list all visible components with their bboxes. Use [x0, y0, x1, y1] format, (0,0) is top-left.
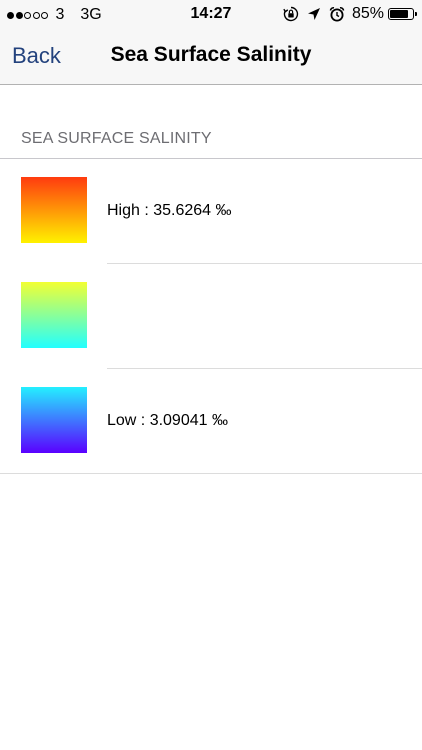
color-swatch-low	[21, 387, 87, 453]
legend-list: High : 35.6264 ‰ Low : 3.09041 ‰	[0, 159, 422, 474]
legend-row-low: Low : 3.09041 ‰	[0, 369, 422, 474]
status-right: 85%	[283, 5, 417, 23]
orientation-lock-icon	[283, 6, 299, 22]
legend-row-high: High : 35.6264 ‰	[0, 159, 422, 264]
legend-row-mid	[0, 264, 422, 369]
navigation-bar: Back Sea Surface Salinity	[0, 30, 422, 85]
color-swatch-high	[21, 177, 87, 243]
alarm-clock-icon	[329, 6, 345, 22]
battery-cap	[415, 12, 417, 16]
row-separator	[0, 473, 422, 474]
legend-label-high: High : 35.6264 ‰	[107, 202, 232, 219]
battery-percentage: 85%	[351, 5, 384, 22]
section-header: SEA SURFACE SALINITY	[21, 130, 212, 147]
page-title: Sea Surface Salinity	[110, 43, 312, 66]
status-bar: 3 3G 14:27 85%	[0, 0, 422, 30]
battery-icon	[388, 8, 417, 20]
legend-label-low: Low : 3.09041 ‰	[107, 412, 228, 429]
battery-level	[390, 10, 408, 18]
location-arrow-icon	[306, 6, 322, 22]
color-swatch-mid	[21, 282, 87, 348]
